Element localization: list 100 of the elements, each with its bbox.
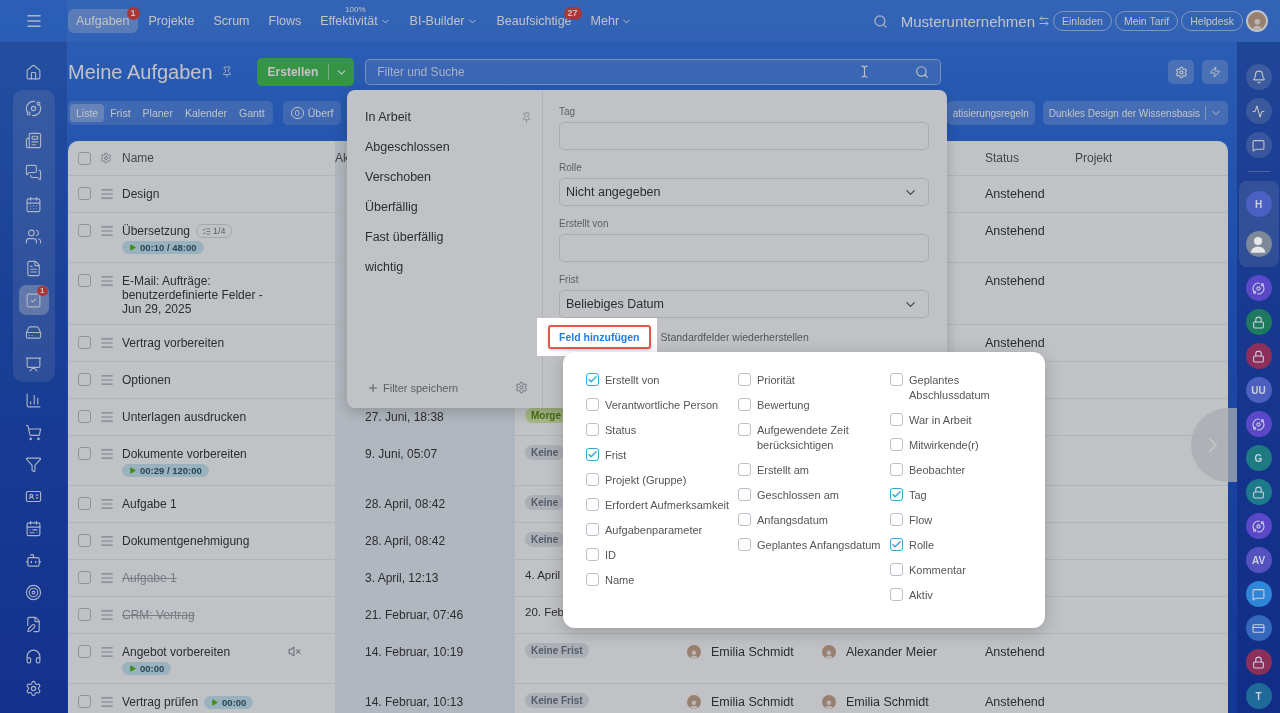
filter-preset[interactable]: Fast überfällig — [347, 222, 542, 252]
row-checkbox[interactable] — [78, 187, 91, 200]
field-option[interactable]: Beobachter — [890, 463, 1045, 478]
field-option[interactable]: Name — [586, 573, 738, 588]
filter-preset[interactable]: Abgeschlossen — [347, 132, 542, 162]
input-field[interactable] — [559, 234, 929, 262]
contact-button[interactable] — [1245, 513, 1272, 539]
filter-preset[interactable]: Überfällig — [347, 192, 542, 222]
save-filter-link[interactable]: Filter speichern — [367, 381, 459, 394]
add-field-button[interactable]: Feld hinzufügen — [548, 325, 651, 349]
field-checkbox[interactable] — [738, 398, 751, 411]
field-checkbox[interactable] — [738, 463, 751, 476]
field-option[interactable]: Erstellt am — [738, 463, 890, 478]
drag-handle-icon[interactable] — [100, 373, 114, 387]
user-avatar[interactable] — [1246, 10, 1268, 32]
field-option[interactable]: Bewertung — [738, 398, 890, 413]
menu-icon[interactable] — [24, 12, 43, 30]
field-checkbox[interactable] — [738, 538, 751, 551]
field-checkbox[interactable] — [738, 488, 751, 501]
drag-handle-icon[interactable] — [100, 695, 114, 709]
contact-button[interactable] — [1245, 275, 1272, 301]
contact-avatar[interactable]: T — [1245, 683, 1272, 709]
nav-tab[interactable]: 100% Effektivität — [312, 9, 399, 33]
row-checkbox[interactable] — [78, 571, 91, 584]
row-checkbox[interactable] — [78, 534, 91, 547]
field-checkbox[interactable] — [586, 548, 599, 561]
field-option[interactable]: Geplantes Abschlussdatum — [890, 373, 1045, 403]
field-option[interactable]: Anfangsdatum — [738, 513, 890, 528]
drag-handle-icon[interactable] — [100, 274, 114, 288]
field-option[interactable]: Rolle — [890, 538, 1045, 553]
drag-handle-icon[interactable] — [100, 336, 114, 350]
locked-chat-button[interactable] — [1245, 479, 1272, 505]
field-option[interactable]: Tag — [890, 488, 1045, 503]
settings-icon[interactable] — [100, 152, 112, 164]
field-checkbox[interactable] — [890, 563, 903, 576]
column-header[interactable]: Name — [122, 151, 154, 165]
select-field[interactable]: Nicht angegeben — [559, 178, 929, 206]
field-checkbox[interactable] — [586, 373, 599, 386]
field-checkbox[interactable] — [586, 448, 599, 461]
task-name[interactable]: Unterlagen ausdrucken — [122, 410, 247, 424]
muted-icon[interactable] — [288, 645, 301, 658]
row-checkbox[interactable] — [78, 608, 91, 621]
search-icon[interactable] — [915, 65, 930, 79]
task-name[interactable]: Dokumentgenehmigung — [122, 534, 250, 548]
field-checkbox[interactable] — [586, 398, 599, 411]
pin-icon[interactable] — [521, 111, 532, 123]
row-checkbox[interactable] — [78, 336, 91, 349]
field-option[interactable]: Erstellt von — [586, 373, 738, 388]
field-checkbox[interactable] — [890, 538, 903, 551]
row-checkbox[interactable] — [78, 447, 91, 460]
field-option[interactable]: Aufgewendete Zeit berücksichtigen — [738, 423, 890, 453]
field-checkbox[interactable] — [738, 373, 751, 386]
contact-avatar[interactable]: UU — [1245, 377, 1272, 403]
drag-handle-icon[interactable] — [100, 224, 114, 238]
field-option[interactable]: Priorität — [738, 373, 890, 388]
field-option[interactable]: War in Arbeit — [890, 413, 1045, 428]
task-name[interactable]: Vertrag vorbereiten — [122, 336, 225, 350]
select-field[interactable]: Beliebiges Datum — [559, 290, 929, 318]
field-option[interactable]: Geschlossen am — [738, 488, 890, 503]
row-checkbox[interactable] — [78, 373, 91, 386]
field-checkbox[interactable] — [586, 423, 599, 436]
row-checkbox[interactable] — [78, 274, 91, 287]
person-name[interactable]: Alexander Meier — [846, 645, 937, 659]
drag-handle-icon[interactable] — [100, 571, 114, 585]
field-checkbox[interactable] — [890, 463, 903, 476]
filter-preset[interactable]: In Arbeit — [347, 102, 542, 132]
filter-preset[interactable]: wichtig — [347, 252, 542, 282]
field-option[interactable]: Projekt (Gruppe) — [586, 473, 738, 488]
timer-badge[interactable]: 00:00 — [122, 662, 172, 675]
contact-avatar[interactable]: AV — [1245, 547, 1272, 573]
task-name[interactable]: E-Mail: Aufträge: benutzerdefinierte Felder - Jun 29, 2025 — [122, 274, 267, 316]
row-checkbox[interactable] — [78, 695, 91, 708]
field-option[interactable]: Verantwortliche Person — [586, 398, 738, 413]
task-name[interactable]: Übersetzung — [122, 224, 191, 238]
timer-badge[interactable]: 00:00 — [204, 695, 254, 709]
timer-badge[interactable]: 00:10 / 48:00 — [122, 241, 204, 254]
select-all-checkbox[interactable] — [78, 151, 91, 165]
settings-icon[interactable] — [515, 381, 528, 394]
field-option[interactable]: Mitwirkende(r) — [890, 438, 1045, 453]
locked-chat-button[interactable] — [1245, 343, 1272, 369]
row-checkbox[interactable] — [78, 410, 91, 423]
locked-chat-button[interactable] — [1245, 649, 1272, 675]
column-header[interactable]: Status — [985, 151, 1020, 165]
task-name[interactable]: Dokumente vorbereiten — [122, 447, 247, 461]
field-option[interactable]: Aktiv — [890, 588, 1045, 603]
restore-link[interactable]: Standardfelder wiederherstellen — [660, 331, 809, 343]
row-checkbox[interactable] — [78, 497, 91, 510]
field-checkbox[interactable] — [890, 438, 903, 451]
drag-handle-icon[interactable] — [100, 534, 114, 548]
person-name[interactable]: Emilia Schmidt — [711, 645, 794, 659]
field-option[interactable]: Status — [586, 423, 738, 438]
contact-button[interactable] — [1245, 615, 1272, 641]
row-checkbox[interactable] — [78, 224, 91, 237]
field-option[interactable]: ID — [586, 548, 738, 563]
row-checkbox[interactable] — [78, 645, 91, 658]
field-checkbox[interactable] — [738, 423, 751, 436]
field-checkbox[interactable] — [586, 523, 599, 536]
switch-icon[interactable] — [1038, 15, 1050, 27]
contact-avatar[interactable]: H — [1245, 191, 1272, 217]
chat-button[interactable] — [1245, 581, 1272, 607]
